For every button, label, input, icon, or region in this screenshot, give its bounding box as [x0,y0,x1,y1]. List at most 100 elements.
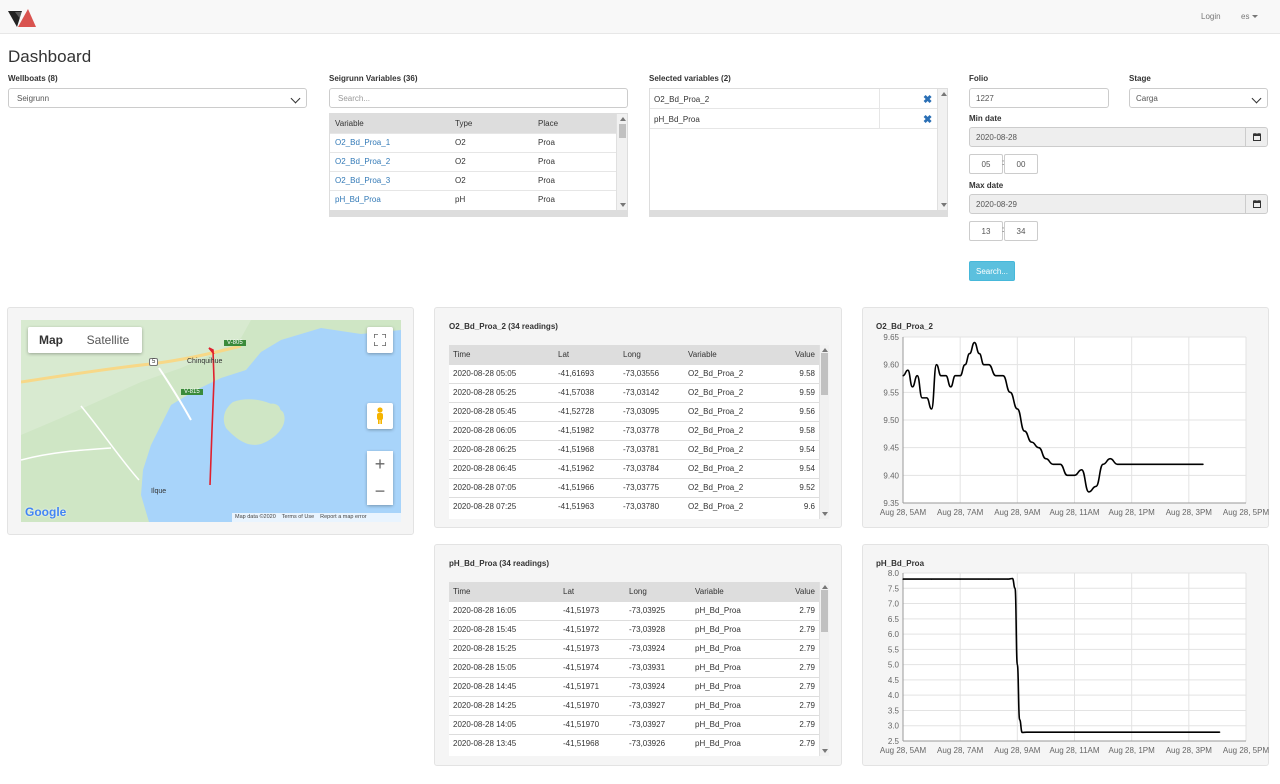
lat-cell: -41,51966 [554,477,619,497]
data-point [1052,463,1054,465]
data-point [902,578,904,580]
time-cell: 2020-08-28 15:45 [449,619,559,639]
google-logo[interactable]: Google [25,505,66,519]
satellite-tab[interactable]: Satellite [74,327,142,353]
data-point [1045,731,1047,733]
variable-link[interactable]: pH_Bd_Proa [330,189,450,209]
horizontal-scrollbar[interactable] [330,210,627,216]
table-row: 2020-08-28 15:25 -41,51973 -73,03924 pH_Bd_… [449,638,819,658]
max-date-value: 2020-08-29 [976,199,1017,209]
calendar-icon[interactable] [1245,195,1267,213]
ph-line-chart: pH_Bd_Proa 2.5 3.0 3.5 4.0 4.5 5.0 5.5 6.0 6.5 7.0… [876,559,1269,755]
scroll-down-icon[interactable] [822,512,828,516]
scroll-down-icon[interactable] [941,203,947,207]
brand-logo[interactable] [8,7,38,29]
report-link[interactable]: Report a map error [320,514,366,521]
table-row[interactable]: O2_Bd_Proa_3 O2 Proa [330,170,616,190]
scroll-down-icon[interactable] [822,749,828,753]
x-tick-label: Aug 28, 1PM [1109,746,1156,755]
page-title: Dashboard [8,47,92,66]
variable-cell: pH_Bd_Proa [691,714,775,734]
y-tick-label: 9.40 [883,471,899,480]
data-point [1131,731,1133,733]
language-dropdown[interactable]: es [1241,12,1259,21]
scroll-thumb[interactable] [821,590,828,632]
table-row: 2020-08-28 06:25 -41,51968 -73,03781 O2_Bd_… [449,439,819,459]
scroll-up-icon[interactable] [941,92,947,96]
table-row[interactable]: pH_Bd_Proa pH Proa [330,189,616,209]
remove-icon[interactable]: ✖ [923,93,932,106]
map-tab[interactable]: Map [28,327,74,353]
scroll-up-icon[interactable] [822,348,828,352]
table-row: 2020-08-28 05:05 -41,61693 -73,03556 O2_Bd_… [449,363,819,383]
min-minute-input[interactable]: 00 [1004,154,1038,174]
time-cell: 2020-08-28 06:45 [449,458,554,478]
table-row[interactable]: O2_Bd_Proa_2 O2 Proa [330,151,616,171]
chart-title: pH_Bd_Proa [876,559,925,568]
list-item: O2_Bd_Proa_2 ✖ [650,89,937,109]
variable-link[interactable]: O2_Bd_Proa_2 [330,151,450,171]
data-point [1109,458,1111,460]
place-label: Chinquihue [187,358,223,365]
chevron-down-icon [290,93,301,104]
x-tick-label: Aug 28, 9AM [994,746,1041,755]
scroll-thumb[interactable] [821,353,828,395]
data-point [964,364,966,366]
variable-cell: pH_Bd_Proa [691,619,775,639]
data-point [916,375,918,377]
selected-scrollbar[interactable] [937,89,947,210]
variable-link[interactable]: O2_Bd_Proa_3 [330,170,450,190]
scroll-up-icon[interactable] [620,117,626,121]
ph-table-panel: pH_Bd_Proa (34 readings) Time Lat Long V… [434,544,842,766]
max-hour-input[interactable]: 13 [969,221,1003,241]
horizontal-scrollbar[interactable] [650,210,947,216]
wellboats-select[interactable]: Seigrunn [8,88,307,108]
navbar: Login es [0,0,1280,34]
calendar-icon[interactable] [1245,128,1267,146]
min-date-input[interactable]: 2020-08-28 [969,127,1268,147]
value-cell: 2.79 [775,638,819,658]
map[interactable]: V-805 V-815 5 Chinquihue Ilque Map Satel… [21,320,401,522]
o2-table-title: O2_Bd_Proa_2 (34 readings) [449,322,558,331]
scroll-down-icon[interactable] [620,203,626,207]
remove-icon[interactable]: ✖ [923,113,932,126]
max-date-input[interactable]: 2020-08-29 [969,194,1268,214]
zoom-out-icon[interactable]: − [367,478,393,505]
folio-input[interactable]: 1227 [969,88,1109,108]
y-tick-label: 4.5 [888,676,900,685]
variable-cell: pH_Bd_Proa [691,657,775,677]
variable-cell: pH_Bd_Proa [691,600,775,620]
max-minute-input[interactable]: 34 [1004,221,1038,241]
variables-search-input[interactable]: Search... [329,88,628,108]
login-link[interactable]: Login [1201,12,1221,21]
long-cell: -73,03778 [619,420,684,440]
lat-cell: -41,51970 [559,695,625,715]
variable-link[interactable]: O2_Bd_Proa_1 [330,132,450,152]
table-row[interactable]: O2_Bd_Proa_1 O2 Proa [330,132,616,152]
table-row: 2020-08-28 13:45 -41,51968 -73,03926 pH_Bd_… [449,733,819,753]
street-view-pegman-icon[interactable] [367,403,393,429]
data-point [1131,463,1133,465]
stage-select[interactable]: Carga [1129,88,1268,108]
long-cell: -73,03142 [619,382,684,402]
stage-label: Stage [1129,74,1151,83]
fullscreen-icon[interactable] [367,327,393,353]
zoom-in-icon[interactable]: + [367,451,393,478]
y-tick-label: 7.0 [888,600,900,609]
data-point [1011,577,1014,580]
time-cell: 2020-08-28 06:25 [449,439,554,459]
lat-cell: -41,51962 [554,458,619,478]
scroll-up-icon[interactable] [822,585,828,589]
data-point [921,397,923,399]
terms-link[interactable]: Terms of Use [282,514,314,521]
ph-table-scrollbar[interactable] [819,582,829,756]
o2-table-scrollbar[interactable] [819,345,829,519]
search-button[interactable]: Search... [969,261,1015,281]
data-point [1159,731,1161,733]
y-tick-label: 9.35 [883,499,899,508]
scroll-thumb[interactable] [619,124,626,138]
min-hour-input[interactable]: 05 [969,154,1003,174]
time-cell: 2020-08-28 15:25 [449,638,559,658]
data-point [945,375,947,377]
variables-scrollbar[interactable] [616,114,627,210]
